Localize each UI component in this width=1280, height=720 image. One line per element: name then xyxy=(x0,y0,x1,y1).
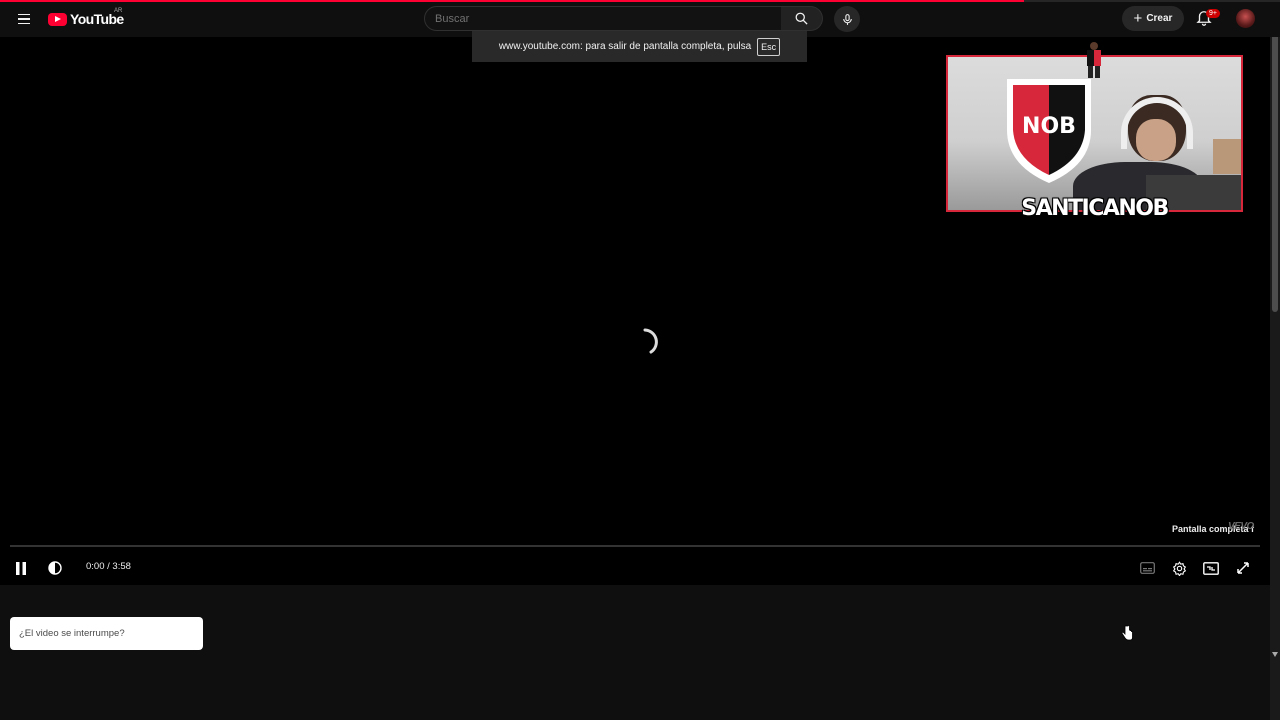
country-code: AR xyxy=(114,8,123,14)
search-box xyxy=(424,6,782,31)
volume-button[interactable] xyxy=(44,557,66,579)
search-icon xyxy=(795,12,808,25)
exit-fullscreen-button[interactable] xyxy=(1232,557,1254,579)
below-player: ¿El video se interrumpe? xyxy=(0,585,1270,720)
theater-icon xyxy=(1203,561,1219,575)
esc-key-hint: Esc xyxy=(757,37,781,56)
create-label: Crear xyxy=(1146,13,1173,24)
shield-text: NOB xyxy=(1022,114,1076,139)
vevo-watermark: VEVO xyxy=(1228,521,1254,532)
youtube-logo-icon xyxy=(48,12,67,26)
page-load-progress xyxy=(0,0,1280,2)
cardboard-box xyxy=(1213,139,1241,174)
player-figure-icon xyxy=(1087,42,1101,78)
scrollbar-thumb[interactable] xyxy=(1272,2,1278,312)
loading-spinner-icon xyxy=(643,328,658,354)
video-interrupt-button[interactable]: ¿El video se interrumpe? xyxy=(10,617,203,650)
youtube-logo[interactable]: YouTube AR xyxy=(48,8,124,28)
pause-icon xyxy=(16,561,26,575)
subtitles-icon xyxy=(1139,562,1155,574)
page-load-progress-fill xyxy=(0,0,1024,2)
settings-button[interactable] xyxy=(1168,557,1190,579)
theater-mode-button[interactable] xyxy=(1200,557,1222,579)
time-display: 0:00 / 3:58 xyxy=(86,561,131,572)
search-button[interactable] xyxy=(781,6,823,31)
page-scrollbar[interactable] xyxy=(1270,0,1280,720)
player-controls: 0:00 / 3:58 xyxy=(0,552,1270,584)
pause-button[interactable] xyxy=(10,557,32,579)
video-progress-bar[interactable] xyxy=(10,545,1260,547)
settings-icon xyxy=(1172,560,1186,576)
menu-icon[interactable] xyxy=(12,7,36,31)
exit-fullscreen-icon xyxy=(1237,562,1249,574)
mic-icon xyxy=(842,13,852,25)
fullscreen-toast: www.youtube.com: para salir de pantalla … xyxy=(472,31,807,62)
scroll-down-arrow-icon[interactable] xyxy=(1272,652,1278,657)
create-button[interactable]: + Crear xyxy=(1122,6,1184,31)
notification-badge: 9+ xyxy=(1206,9,1220,18)
voice-search-button[interactable] xyxy=(834,6,860,32)
webcam-name: SANTICANOB xyxy=(1021,196,1169,221)
avatar[interactable] xyxy=(1236,9,1255,28)
club-shield-icon: NOB xyxy=(1007,79,1091,183)
search-input[interactable] xyxy=(425,7,781,30)
hand-cursor-icon xyxy=(1121,625,1133,641)
plus-icon: + xyxy=(1133,10,1143,27)
fullscreen-toast-message: www.youtube.com: para salir de pantalla … xyxy=(498,41,752,52)
subtitles-button[interactable] xyxy=(1136,557,1158,579)
volume-icon xyxy=(48,561,62,575)
